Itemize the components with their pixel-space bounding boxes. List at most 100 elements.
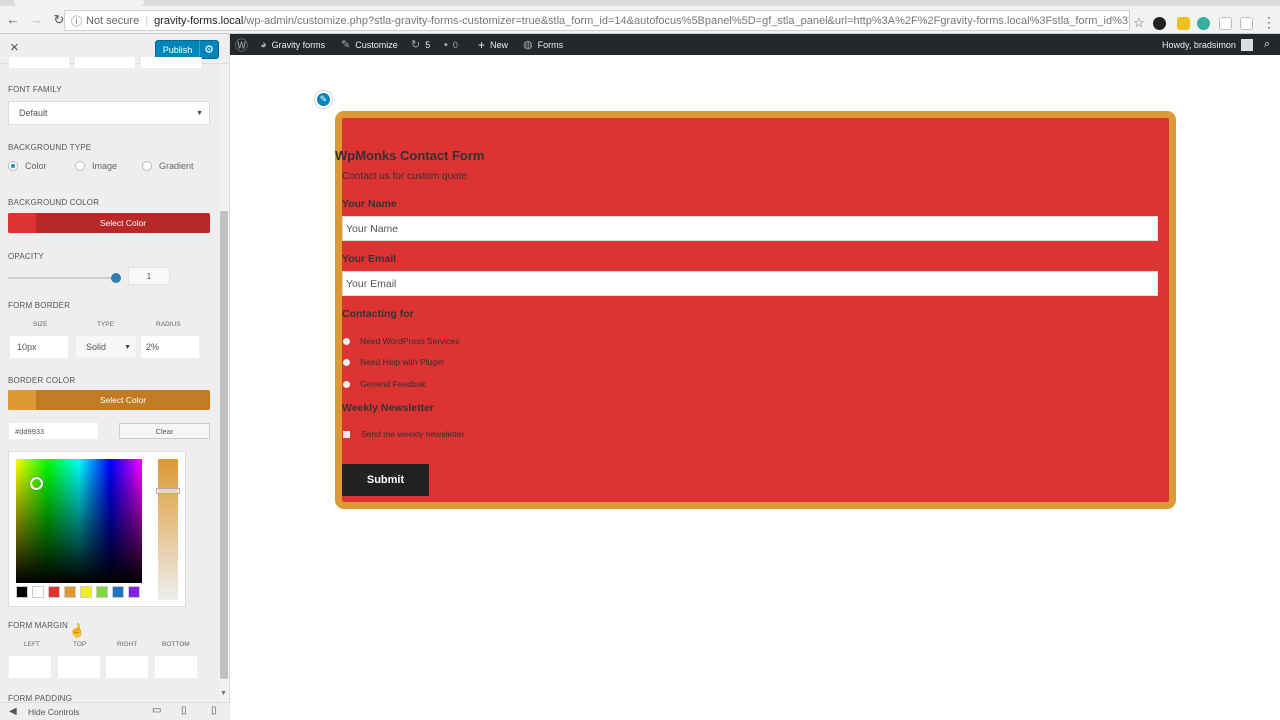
background-type-image-radio[interactable]: Image bbox=[75, 161, 117, 171]
cutoff-field[interactable] bbox=[140, 57, 202, 69]
forms-label: Forms bbox=[537, 39, 564, 50]
url-separator: | bbox=[145, 14, 149, 27]
border-radius-label: Radius bbox=[156, 321, 181, 328]
admin-bar-forms[interactable]: ◍ Forms bbox=[523, 34, 563, 55]
submit-button[interactable]: Submit bbox=[342, 464, 429, 496]
admin-bar-account[interactable]: Howdy, bradsimon bbox=[1162, 34, 1253, 55]
color-picker bbox=[8, 451, 186, 607]
admin-bar-comments[interactable]: ▪ 0 bbox=[444, 34, 458, 55]
email-input[interactable]: Your Email bbox=[342, 271, 1158, 296]
browser-menu-icon[interactable]: ⋮ bbox=[1262, 14, 1276, 31]
background-type-color-radio[interactable]: Color bbox=[8, 161, 47, 171]
admin-bar-updates[interactable]: ↻ 5 bbox=[411, 34, 430, 55]
radio-icon bbox=[343, 380, 350, 388]
palette-swatch[interactable] bbox=[48, 586, 60, 598]
palette-swatch[interactable] bbox=[80, 586, 92, 598]
bookmark-star-icon[interactable]: ☆ bbox=[1133, 15, 1145, 31]
border-color-hex-input[interactable]: #dd9933 bbox=[8, 422, 99, 440]
margin-left-input[interactable] bbox=[8, 655, 52, 679]
clear-color-button[interactable]: Clear bbox=[119, 423, 210, 439]
wp-admin-bar: Ⓦ ◕ Gravity forms ✎ Customize ↻ 5 ▪ 0 + … bbox=[230, 34, 1280, 55]
newsletter-option-label: Send me weekly newsletter bbox=[361, 429, 465, 439]
extension-icon[interactable] bbox=[1197, 17, 1210, 30]
desktop-preview-icon[interactable]: ▭ bbox=[152, 705, 161, 716]
newsletter-checkbox[interactable]: Send me weekly newsletter bbox=[343, 429, 464, 439]
opacity-slider-track[interactable] bbox=[8, 277, 118, 279]
palette-swatch[interactable] bbox=[32, 586, 44, 598]
radio-label: Image bbox=[92, 161, 118, 171]
customizer-footer: ◀ Hide Controls ▭ ▯ ▯ bbox=[0, 702, 230, 720]
admin-bar-site[interactable]: ◕ Gravity forms bbox=[260, 34, 325, 55]
extension-icon[interactable] bbox=[1177, 17, 1190, 30]
color-picker-strip[interactable] bbox=[158, 459, 178, 600]
palette-swatch[interactable] bbox=[128, 586, 140, 598]
publish-settings-gear-icon[interactable]: ⚙ bbox=[199, 40, 219, 59]
name-input[interactable]: Your Name bbox=[342, 216, 1158, 241]
admin-bar-new[interactable]: + New bbox=[478, 34, 508, 55]
radio-icon bbox=[343, 358, 350, 366]
sidebar-scrollbar-thumb[interactable] bbox=[220, 211, 228, 679]
background-type-label: Background Type bbox=[8, 143, 92, 152]
chevron-down-icon: ▼ bbox=[124, 343, 131, 351]
scroll-down-arrow-icon[interactable]: ▼ bbox=[220, 690, 227, 697]
form-margin-label: Form Margin bbox=[8, 621, 68, 630]
browser-toolbar: ← → ↻ ⓘ Not secure | gravity-forms.local… bbox=[0, 6, 1280, 34]
chevron-down-icon: ▼ bbox=[196, 109, 203, 117]
margin-bottom-input[interactable] bbox=[154, 655, 198, 679]
hide-controls-label[interactable]: Hide Controls bbox=[28, 707, 80, 717]
font-family-select[interactable]: Default ▼ bbox=[8, 101, 210, 125]
font-family-value: Default bbox=[19, 108, 48, 118]
contact-option-radio[interactable]: Need WordPress Services bbox=[343, 336, 460, 346]
search-icon[interactable]: ⌕ bbox=[1264, 34, 1275, 55]
palette-swatch[interactable] bbox=[64, 586, 76, 598]
margin-top-label: Top bbox=[73, 641, 87, 648]
palette-swatch[interactable] bbox=[112, 586, 124, 598]
hide-controls-icon[interactable]: ◀ bbox=[9, 706, 17, 717]
border-color-button[interactable]: Select Color bbox=[8, 390, 210, 410]
mobile-preview-icon[interactable]: ▯ bbox=[211, 705, 217, 716]
palette-swatch[interactable] bbox=[96, 586, 108, 598]
select-color-label: Select Color bbox=[99, 395, 147, 405]
background-type-gradient-radio[interactable]: Gradient bbox=[142, 161, 194, 171]
avatar bbox=[1240, 38, 1253, 51]
security-label: Not secure bbox=[86, 14, 140, 27]
forms-icon: ◍ bbox=[523, 39, 533, 51]
opacity-value[interactable]: 1 bbox=[128, 267, 170, 285]
border-color-label: Border Color bbox=[8, 376, 76, 385]
border-type-select[interactable]: Solid ▼ bbox=[75, 335, 137, 359]
info-icon[interactable]: ⓘ bbox=[71, 13, 82, 29]
close-icon[interactable]: × bbox=[10, 40, 19, 56]
admin-bar-customize[interactable]: ✎ Customize bbox=[341, 34, 398, 55]
background-color-button[interactable]: Select Color bbox=[8, 213, 210, 233]
radio-selected-icon bbox=[8, 161, 18, 171]
wordpress-logo-icon[interactable]: Ⓦ bbox=[235, 34, 253, 55]
margin-right-input[interactable] bbox=[105, 655, 149, 679]
form-description: Contact us for custom quote bbox=[342, 171, 468, 182]
back-icon[interactable]: ← bbox=[3, 10, 23, 30]
border-size-input[interactable]: 10px bbox=[9, 335, 69, 359]
palette-swatch[interactable] bbox=[16, 586, 28, 598]
extension-icon[interactable] bbox=[1240, 17, 1253, 30]
cutoff-field[interactable] bbox=[8, 57, 70, 69]
extension-icon[interactable] bbox=[1219, 17, 1232, 30]
margin-bottom-label: Bottom bbox=[162, 641, 190, 648]
cutoff-field[interactable] bbox=[74, 57, 136, 69]
brush-icon: ✎ bbox=[341, 39, 351, 51]
radio-icon bbox=[343, 337, 350, 345]
tablet-preview-icon[interactable]: ▯ bbox=[181, 705, 187, 716]
border-type-label: Type bbox=[97, 321, 114, 328]
edit-pencil-icon[interactable]: ✎ bbox=[315, 91, 332, 108]
forward-icon[interactable]: → bbox=[26, 10, 46, 30]
address-bar[interactable]: ⓘ Not secure | gravity-forms.local /wp-a… bbox=[64, 10, 1130, 31]
color-picker-handle[interactable] bbox=[30, 477, 43, 490]
radio-icon bbox=[142, 161, 152, 171]
contact-option-radio[interactable]: General Feedbak bbox=[343, 379, 426, 389]
contact-option-radio[interactable]: Need Help with Plugin bbox=[343, 357, 444, 367]
opacity-slider-handle[interactable] bbox=[111, 273, 121, 283]
extension-icon[interactable] bbox=[1153, 17, 1166, 30]
color-picker-strip-handle[interactable] bbox=[156, 488, 180, 494]
color-picker-gradient[interactable] bbox=[16, 459, 142, 583]
updates-icon: ↻ bbox=[411, 39, 421, 51]
border-radius-input[interactable]: 2% bbox=[140, 335, 200, 359]
margin-top-input[interactable] bbox=[57, 655, 101, 679]
